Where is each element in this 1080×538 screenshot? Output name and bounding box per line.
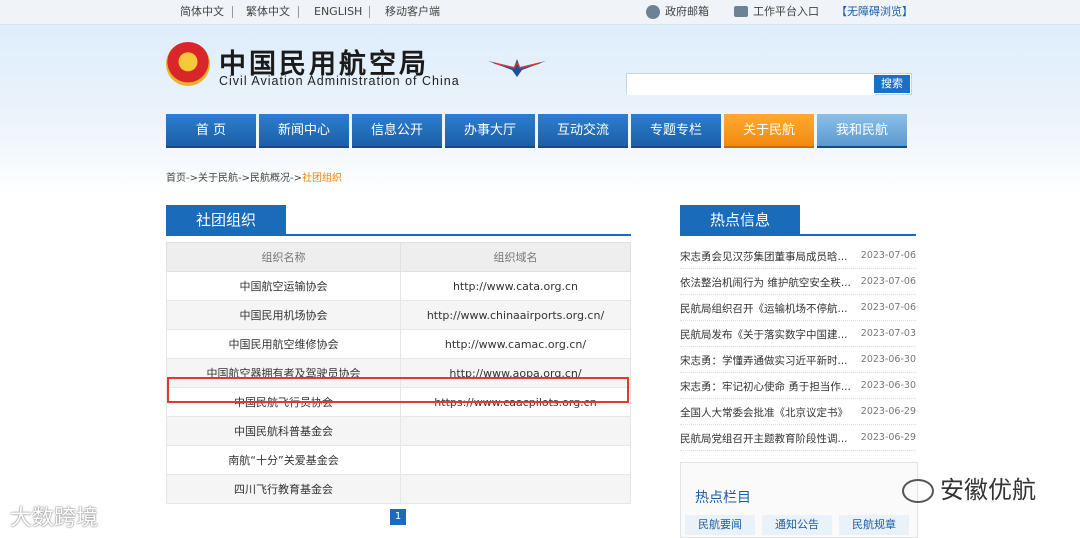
divider <box>298 6 299 18</box>
org-domain-link[interactable]: http://www.camac.org.cn/ <box>400 329 631 359</box>
hot-column-title: 热点栏目 <box>695 490 751 506</box>
national-emblem-icon <box>166 42 210 86</box>
org-name: 四川飞行教育基金会 <box>166 474 401 504</box>
tag-notices[interactable]: 通知公告 <box>762 515 832 535</box>
column-header-name: 组织名称 <box>166 242 401 272</box>
list-item[interactable]: 宋志勇：学懂弄通做实习近平新时... 2023-06-30 <box>680 347 916 373</box>
org-name: 南航“十分”关爱基金会 <box>166 445 401 475</box>
org-name: 中国航空运输协会 <box>166 271 401 301</box>
lang-english-link[interactable]: ENGLISH <box>314 0 362 24</box>
list-item[interactable]: 民航局发布《关于落实数字中国建... 2023-07-03 <box>680 321 916 347</box>
news-title[interactable]: 民航局党组召开主题教育阶段性调... <box>680 431 852 446</box>
news-date: 2023-06-30 <box>860 354 916 365</box>
list-item[interactable]: 民航局组织召开《运输机场不停航... 2023-07-06 <box>680 295 916 321</box>
divider <box>232 6 233 18</box>
search-box: 搜索 <box>626 73 912 95</box>
news-date: 2023-07-03 <box>860 328 916 339</box>
search-button[interactable]: 搜索 <box>874 75 910 93</box>
watermark-right-text: 安徽优航 <box>940 476 1036 504</box>
breadcrumb: 首页->关于民航->民航概况->社团组织 <box>166 169 342 184</box>
list-item[interactable]: 依法整治机闹行为 维护航空安全秩... 2023-07-06 <box>680 269 916 295</box>
hot-news-list: 宋志勇会见汉莎集团董事局成员晗... 2023-07-06 依法整治机闹行为 维护… <box>680 243 916 451</box>
breadcrumb-sep: -> <box>186 173 198 184</box>
news-title[interactable]: 民航局组织召开《运输机场不停航... <box>680 301 852 316</box>
hot-column-box: 热点栏目 民航要闻 通知公告 民航规章 <box>680 462 918 538</box>
breadcrumb-current: 社团组织 <box>302 173 342 184</box>
breadcrumb-sep: -> <box>290 173 302 184</box>
highlight-box <box>167 377 629 403</box>
search-input[interactable] <box>627 77 875 95</box>
accessibility-link[interactable]: 【无障碍浏览】 <box>836 0 913 24</box>
nav-interaction[interactable]: 互动交流 <box>538 114 628 148</box>
watermark-right: 安徽优航 <box>902 470 1036 505</box>
news-date: 2023-07-06 <box>860 276 916 287</box>
org-name: 中国民用机场协会 <box>166 300 401 330</box>
org-domain-link[interactable] <box>400 474 631 504</box>
mobile-client-link[interactable]: 移动客户端 <box>385 0 440 24</box>
org-domain-link[interactable]: http://www.cata.org.cn <box>400 271 631 301</box>
page-button[interactable]: 1 <box>390 509 406 525</box>
watermark-left: 大数跨境 <box>10 500 98 532</box>
caac-logo-icon <box>488 59 546 77</box>
nav-topics[interactable]: 专题专栏 <box>631 114 721 148</box>
tag-regulations[interactable]: 民航规章 <box>839 515 909 535</box>
monitor-icon <box>734 6 748 17</box>
nav-home[interactable]: 首 页 <box>166 114 256 148</box>
list-item[interactable]: 宋志勇：牢记初心使命 勇于担当作... 2023-06-30 <box>680 373 916 399</box>
lang-simplified-link[interactable]: 简体中文 <box>180 0 224 24</box>
org-name: 中国民航科普基金会 <box>166 416 401 446</box>
orgs-table: 组织名称 组织域名 中国航空运输协会 http://www.cata.org.cn… <box>166 242 631 504</box>
site-header <box>0 25 1080 195</box>
top-bar: 简体中文 繁体中文 ENGLISH 移动客户端 政府邮箱 工作平台入口 【无障碍… <box>0 0 1080 25</box>
breadcrumb-about[interactable]: 关于民航 <box>198 173 238 184</box>
list-item[interactable]: 全国人大常委会批准《北京议定书》 2023-06-29 <box>680 399 916 425</box>
news-title[interactable]: 宋志勇会见汉莎集团董事局成员晗... <box>680 249 852 264</box>
news-title[interactable]: 民航局发布《关于落实数字中国建... <box>680 327 852 342</box>
nav-me-and-caac[interactable]: 我和民航 <box>817 114 907 148</box>
news-date: 2023-07-06 <box>860 302 916 313</box>
orgs-section-title: 社团组织 <box>166 205 286 235</box>
lang-traditional-link[interactable]: 繁体中文 <box>246 0 290 24</box>
main-nav: 首 页 新闻中心 信息公开 办事大厅 互动交流 专题专栏 关于民航 我和民航 <box>166 114 910 148</box>
nav-news[interactable]: 新闻中心 <box>259 114 349 148</box>
news-title[interactable]: 宋志勇：牢记初心使命 勇于担当作... <box>680 379 852 394</box>
breadcrumb-home[interactable]: 首页 <box>166 173 186 184</box>
breadcrumb-sep: -> <box>238 173 250 184</box>
site-title-en: Civil Aviation Administration of China <box>219 74 460 88</box>
news-date: 2023-06-29 <box>860 432 916 443</box>
nav-about[interactable]: 关于民航 <box>724 114 814 148</box>
org-name: 中国民用航空维修协会 <box>166 329 401 359</box>
wechat-icon <box>902 479 934 503</box>
hot-section-title: 热点信息 <box>680 205 800 235</box>
tag-caac-news[interactable]: 民航要闻 <box>685 515 755 535</box>
watermark-left-text: 大数跨境 <box>10 506 99 531</box>
news-date: 2023-06-30 <box>860 380 916 391</box>
divider <box>369 6 370 18</box>
org-domain-link[interactable] <box>400 416 631 446</box>
breadcrumb-overview[interactable]: 民航概况 <box>250 173 290 184</box>
divider <box>166 234 631 236</box>
org-domain-link[interactable] <box>400 445 631 475</box>
nav-services[interactable]: 办事大厅 <box>445 114 535 148</box>
column-header-domain: 组织域名 <box>400 242 631 272</box>
news-title[interactable]: 依法整治机闹行为 维护航空安全秩... <box>680 275 852 290</box>
gov-mail-link[interactable]: 政府邮箱 <box>665 0 709 24</box>
work-platform-link[interactable]: 工作平台入口 <box>753 0 819 24</box>
mail-icon <box>646 5 660 19</box>
list-item[interactable]: 民航局党组召开主题教育阶段性调... 2023-06-29 <box>680 425 916 451</box>
list-item[interactable]: 宋志勇会见汉莎集团董事局成员晗... 2023-07-06 <box>680 243 916 269</box>
news-date: 2023-06-29 <box>860 406 916 417</box>
nav-info-public[interactable]: 信息公开 <box>352 114 442 148</box>
org-domain-link[interactable]: http://www.chinaairports.org.cn/ <box>400 300 631 330</box>
divider <box>680 234 916 236</box>
news-date: 2023-07-06 <box>860 250 916 261</box>
news-title[interactable]: 全国人大常委会批准《北京议定书》 <box>680 405 852 420</box>
news-title[interactable]: 宋志勇：学懂弄通做实习近平新时... <box>680 353 852 368</box>
